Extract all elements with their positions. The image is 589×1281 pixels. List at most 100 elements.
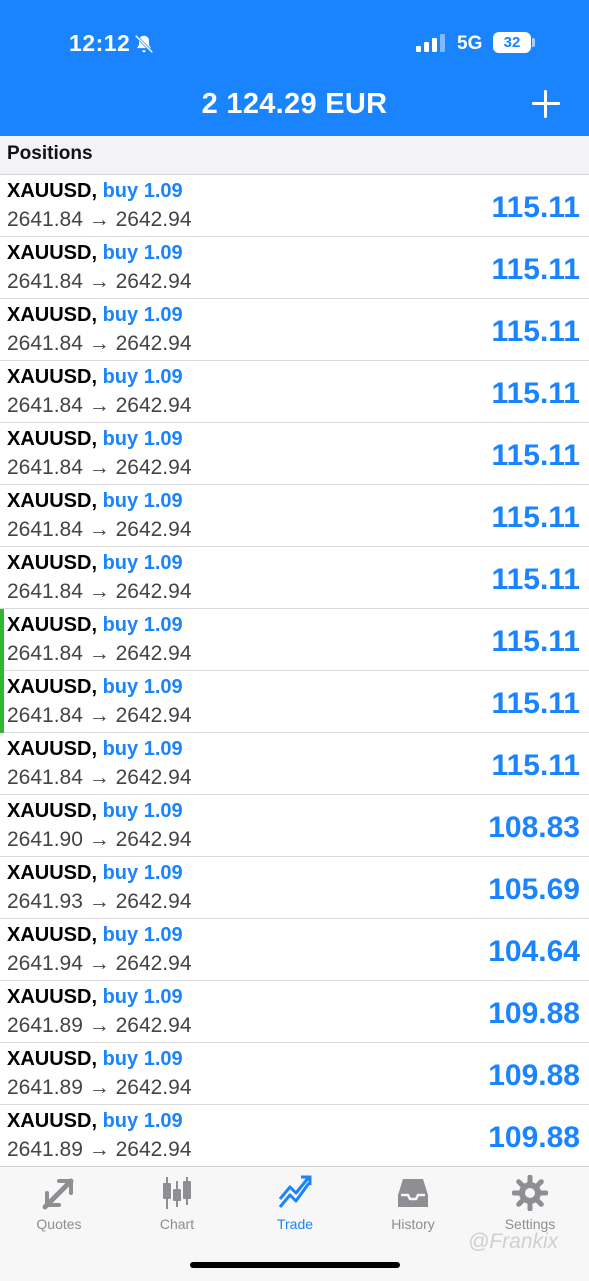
current-price: 2642.94 (115, 518, 192, 541)
arrow-right-icon: → (82, 1076, 116, 1099)
current-price: 2642.94 (115, 1076, 192, 1099)
position-profit: 109.88 (488, 1121, 580, 1154)
position-prices: 2641.94 → 2642.94 (7, 952, 192, 976)
open-price: 2641.84 (7, 394, 83, 417)
position-prices: 2641.84 → 2642.94 (7, 270, 192, 294)
position-symbol-line: XAUUSD, buy 1.09 (7, 304, 183, 327)
position-symbol: XAUUSD (7, 366, 92, 388)
position-profit: 115.11 (491, 439, 580, 472)
position-prices: 2641.84 → 2642.94 (7, 394, 192, 418)
position-prices: 2641.89 → 2642.94 (7, 1076, 192, 1100)
tab-trade[interactable]: Trade (236, 1167, 354, 1247)
positions-section-header: Positions (0, 136, 589, 175)
app-header: 12:12 5G 32 2 124.29 EUR (0, 0, 589, 136)
section-title: Positions (7, 143, 93, 164)
position-row[interactable]: XAUUSD, buy 1.09 2641.93 → 2642.94 105.69 (0, 857, 589, 919)
separator: , (91, 490, 103, 512)
arrow-right-icon: → (82, 270, 116, 293)
open-price: 2641.84 (7, 518, 83, 541)
separator: , (91, 924, 103, 946)
arrow-right-icon: → (82, 332, 116, 355)
position-row[interactable]: XAUUSD, buy 1.09 2641.84 → 2642.94 115.11 (0, 423, 589, 485)
position-row[interactable]: XAUUSD, buy 1.09 2641.89 → 2642.94 109.88 (0, 1043, 589, 1105)
current-price: 2642.94 (115, 332, 192, 355)
current-price: 2642.94 (115, 766, 192, 789)
add-order-icon[interactable] (532, 90, 560, 118)
arrow-right-icon: → (82, 1138, 116, 1161)
arrow-right-icon: → (82, 580, 116, 603)
position-row[interactable]: XAUUSD, buy 1.09 2641.84 → 2642.94 115.11 (0, 237, 589, 299)
position-symbol-line: XAUUSD, buy 1.09 (7, 242, 183, 265)
arrow-right-icon: → (82, 704, 116, 727)
position-symbol: XAUUSD (7, 552, 92, 574)
open-price: 2641.89 (7, 1138, 83, 1161)
open-price: 2641.84 (7, 704, 83, 727)
position-symbol-line: XAUUSD, buy 1.09 (7, 738, 183, 761)
position-row[interactable]: XAUUSD, buy 1.09 2641.84 → 2642.94 115.11 (0, 175, 589, 237)
position-row[interactable]: XAUUSD, buy 1.09 2641.84 → 2642.94 115.11 (0, 671, 589, 733)
position-symbol-line: XAUUSD, buy 1.09 (7, 1048, 183, 1071)
current-price: 2642.94 (115, 270, 192, 293)
position-symbol: XAUUSD (7, 490, 92, 512)
position-symbol-line: XAUUSD, buy 1.09 (7, 862, 183, 885)
position-prices: 2641.84 → 2642.94 (7, 580, 192, 604)
separator: , (91, 180, 103, 202)
open-price: 2641.94 (7, 952, 83, 975)
separator: , (91, 1110, 103, 1132)
open-price: 2641.84 (7, 332, 83, 355)
position-row[interactable]: XAUUSD, buy 1.09 2641.84 → 2642.94 115.11 (0, 547, 589, 609)
position-profit: 115.11 (491, 687, 580, 720)
tab-history[interactable]: History (354, 1167, 472, 1247)
battery-icon: 32 (493, 32, 531, 53)
position-side: buy 1.09 (102, 862, 183, 884)
position-symbol-line: XAUUSD, buy 1.09 (7, 986, 183, 1009)
separator: , (91, 986, 103, 1008)
position-side: buy 1.09 (102, 366, 183, 388)
position-profit: 115.11 (491, 749, 580, 782)
position-row[interactable]: XAUUSD, buy 1.09 2641.84 → 2642.94 115.11 (0, 485, 589, 547)
position-row[interactable]: XAUUSD, buy 1.09 2641.84 → 2642.94 115.11 (0, 733, 589, 795)
open-price: 2641.84 (7, 270, 83, 293)
account-balance: 2 124.29 EUR (201, 88, 388, 120)
tab-quotes[interactable]: Quotes (0, 1167, 118, 1247)
position-symbol: XAUUSD (7, 1110, 92, 1132)
separator: , (91, 862, 103, 884)
position-symbol: XAUUSD (7, 242, 92, 264)
separator: , (91, 676, 103, 698)
current-price: 2642.94 (115, 394, 192, 417)
position-symbol: XAUUSD (7, 800, 92, 822)
position-row[interactable]: XAUUSD, buy 1.09 2641.84 → 2642.94 115.11 (0, 361, 589, 423)
position-row[interactable]: XAUUSD, buy 1.09 2641.94 → 2642.94 104.64 (0, 919, 589, 981)
position-row[interactable]: XAUUSD, buy 1.09 2641.84 → 2642.94 115.11 (0, 609, 589, 671)
open-price: 2641.84 (7, 456, 83, 479)
position-profit: 115.11 (491, 625, 580, 658)
arrow-right-icon: → (82, 890, 116, 913)
bell-muted-icon (134, 34, 154, 54)
open-price: 2641.89 (7, 1014, 83, 1037)
position-symbol-line: XAUUSD, buy 1.09 (7, 490, 183, 513)
arrow-right-icon: → (82, 642, 116, 665)
position-prices: 2641.84 → 2642.94 (7, 456, 192, 480)
position-side: buy 1.09 (102, 490, 183, 512)
arrow-right-icon: → (82, 518, 116, 541)
current-price: 2642.94 (115, 580, 192, 603)
position-prices: 2641.90 → 2642.94 (7, 828, 192, 852)
position-row[interactable]: XAUUSD, buy 1.09 2641.90 → 2642.94 108.83 (0, 795, 589, 857)
position-row[interactable]: XAUUSD, buy 1.09 2641.84 → 2642.94 115.11 (0, 299, 589, 361)
position-prices: 2641.84 → 2642.94 (7, 642, 192, 666)
open-price: 2641.84 (7, 208, 83, 231)
position-symbol: XAUUSD (7, 676, 92, 698)
current-price: 2642.94 (115, 642, 192, 665)
current-price: 2642.94 (115, 890, 192, 913)
separator: , (91, 738, 103, 760)
separator: , (91, 552, 103, 574)
separator: , (91, 614, 103, 636)
position-symbol: XAUUSD (7, 428, 92, 450)
tab-label: Trade (276, 1216, 314, 1232)
tab-chart[interactable]: Chart (118, 1167, 236, 1247)
position-row[interactable]: XAUUSD, buy 1.09 2641.89 → 2642.94 109.88 (0, 1105, 589, 1167)
position-symbol-line: XAUUSD, buy 1.09 (7, 428, 183, 451)
network-type: 5G (457, 33, 483, 54)
position-row[interactable]: XAUUSD, buy 1.09 2641.89 → 2642.94 109.88 (0, 981, 589, 1043)
position-symbol-line: XAUUSD, buy 1.09 (7, 614, 183, 637)
